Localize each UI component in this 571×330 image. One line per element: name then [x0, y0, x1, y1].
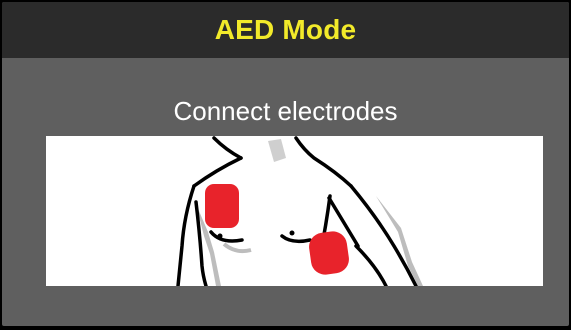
- left-shoulder-line: [192, 156, 243, 188]
- right-shoulder-line: [294, 136, 353, 188]
- neck-left-line: [212, 136, 243, 160]
- electrode-pad-lower-left-chest: [309, 231, 349, 275]
- right-chest-line: [280, 234, 312, 244]
- header-bar: AED Mode: [2, 2, 569, 58]
- left-chest-line: [209, 230, 244, 243]
- right-arm-outer-line: [349, 184, 418, 286]
- aed-screen: AED Mode Connect electrodes: [2, 2, 569, 326]
- right-lower-arm-line: [354, 244, 388, 286]
- electrode-pad-upper-right-chest: [205, 184, 239, 228]
- left-arm-outer-line: [176, 184, 196, 286]
- left-nipple: [217, 233, 223, 239]
- electrode-placement-illustration: [46, 136, 543, 286]
- torso-diagram: [176, 136, 423, 286]
- left-arm-inner-line: [194, 200, 208, 286]
- neck-patch: [268, 139, 286, 162]
- mode-title: AED Mode: [214, 14, 357, 45]
- right-nipple: [289, 230, 295, 236]
- torso-shading-right: [376, 196, 423, 286]
- chest-shading: [222, 242, 252, 254]
- instruction-text: Connect electrodes: [173, 96, 398, 126]
